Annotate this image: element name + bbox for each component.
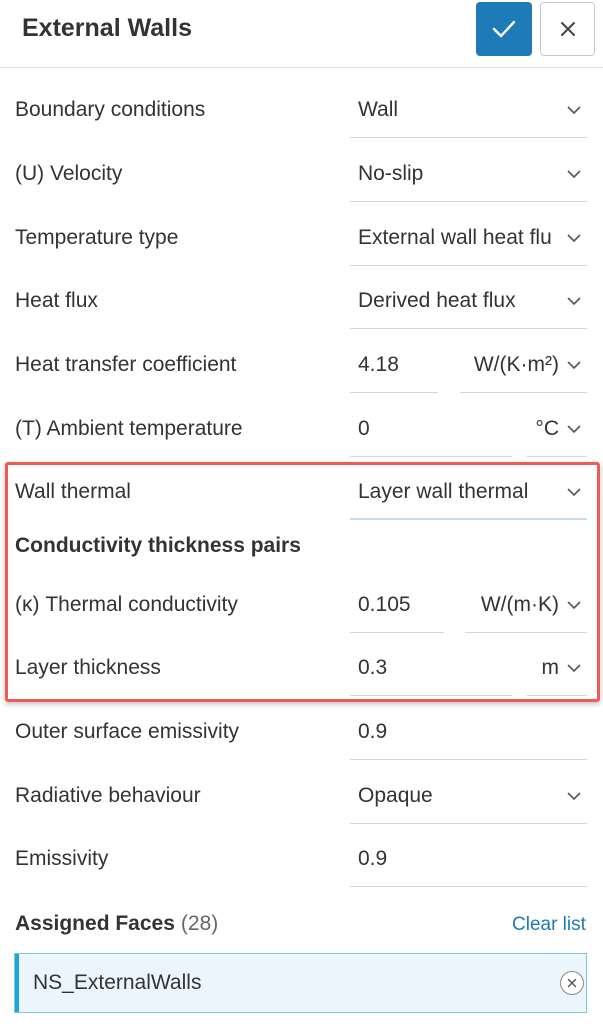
thermal-conductivity-unit: W/(m·K): [480, 593, 559, 616]
row-thermal-conductivity: (κ) Thermal conductivity 0.105 W/(m·K): [0, 575, 603, 635]
row-temperature-type: Temperature type External wall heat flu: [0, 208, 603, 268]
chevron-down-icon: [567, 601, 581, 610]
temperature-type-label: Temperature type: [15, 226, 179, 249]
row-radiative-behaviour: Radiative behaviour Opaque: [0, 766, 603, 826]
outer-surface-emissivity-input[interactable]: 0.9: [350, 708, 587, 760]
chevron-down-icon: [567, 361, 581, 370]
close-button[interactable]: [540, 2, 595, 56]
temperature-type-select[interactable]: External wall heat flu: [350, 214, 587, 266]
row-layer-thickness: Layer thickness 0.3 m: [0, 638, 603, 698]
assigned-faces-list: NS_ExternalWalls: [14, 953, 587, 1013]
radiative-behaviour-label: Radiative behaviour: [15, 784, 201, 807]
assigned-faces-heading: Assigned Faces (28): [15, 912, 218, 936]
check-icon: [492, 20, 516, 38]
layer-thickness-unit-select[interactable]: m: [527, 644, 587, 696]
heat-flux-select[interactable]: Derived heat flux: [350, 277, 587, 329]
thermal-conductivity-input[interactable]: 0.105: [350, 581, 444, 633]
row-heat-flux: Heat flux Derived heat flux: [0, 271, 603, 331]
heat-flux-value: Derived heat flux: [358, 289, 516, 312]
ambient-temperature-unit: °C: [535, 417, 559, 440]
assigned-face-item[interactable]: NS_ExternalWalls: [33, 971, 201, 995]
heat-transfer-coefficient-unit-select[interactable]: W/(K·m²): [460, 341, 587, 393]
row-velocity: (U) Velocity No-slip: [0, 144, 603, 204]
chevron-down-icon: [567, 792, 581, 801]
thermal-conductivity-value: 0.105: [358, 593, 411, 616]
row-boundary-conditions: Boundary conditions Wall: [0, 80, 603, 140]
ambient-temperature-input[interactable]: 0: [350, 405, 512, 457]
outer-surface-emissivity-label: Outer surface emissivity: [15, 720, 240, 743]
conductivity-pairs-heading: Conductivity thickness pairs: [15, 534, 301, 557]
radiative-behaviour-value: Opaque: [358, 784, 433, 807]
thermal-conductivity-unit-select[interactable]: W/(m·K): [465, 581, 587, 633]
boundary-conditions-value: Wall: [358, 98, 399, 121]
layer-thickness-label: Layer thickness: [15, 656, 161, 679]
emissivity-value: 0.9: [358, 847, 388, 870]
wall-thermal-select[interactable]: Layer wall thermal: [350, 468, 587, 520]
chevron-down-icon: [567, 488, 581, 497]
wall-thermal-label: Wall thermal: [15, 480, 131, 503]
close-icon: [560, 22, 575, 36]
heat-transfer-coefficient-label: Heat transfer coefficient: [15, 353, 237, 376]
chevron-down-icon: [567, 170, 581, 179]
chevron-down-icon: [567, 297, 581, 306]
row-wall-thermal: Wall thermal Layer wall thermal: [0, 462, 603, 522]
clear-list-link[interactable]: Clear list: [512, 914, 586, 936]
assigned-faces-title: Assigned Faces: [15, 912, 175, 935]
chevron-down-icon: [567, 234, 581, 243]
ambient-temperature-unit-select[interactable]: °C: [527, 405, 587, 457]
chevron-down-icon: [567, 425, 581, 434]
layer-thickness-input[interactable]: 0.3: [350, 644, 512, 696]
chevron-down-icon: [567, 664, 581, 673]
layer-thickness-unit: m: [541, 656, 560, 679]
row-ambient-temperature: (T) Ambient temperature 0 °C: [0, 399, 603, 459]
remove-face-button[interactable]: [560, 971, 584, 995]
wall-thermal-value: Layer wall thermal: [358, 480, 529, 503]
velocity-select[interactable]: No-slip: [350, 150, 587, 202]
temperature-type-value: External wall heat flu: [358, 226, 552, 249]
chevron-down-icon: [567, 106, 581, 115]
radiative-behaviour-select[interactable]: Opaque: [350, 772, 587, 824]
emissivity-input[interactable]: 0.9: [350, 835, 587, 887]
boundary-conditions-label: Boundary conditions: [15, 98, 206, 121]
row-emissivity: Emissivity 0.9: [0, 829, 603, 889]
boundary-conditions-select[interactable]: Wall: [350, 86, 587, 138]
thermal-conductivity-label: (κ) Thermal conductivity: [15, 593, 238, 616]
heat-transfer-coefficient-value: 4.18: [358, 353, 399, 376]
layer-thickness-value: 0.3: [358, 656, 388, 679]
ambient-temperature-value: 0: [358, 417, 370, 440]
close-icon: [567, 978, 577, 988]
heat-flux-label: Heat flux: [15, 289, 98, 312]
row-outer-surface-emissivity: Outer surface emissivity 0.9: [0, 702, 603, 762]
heat-transfer-coefficient-input[interactable]: 4.18: [350, 341, 438, 393]
velocity-label: (U) Velocity: [15, 162, 123, 185]
confirm-button[interactable]: [476, 2, 532, 56]
panel-title: External Walls: [22, 14, 192, 42]
heat-transfer-coefficient-unit: W/(K·m²): [473, 353, 559, 376]
row-heat-transfer-coefficient: Heat transfer coefficient 4.18 W/(K·m²): [0, 335, 603, 395]
assigned-faces-count: (28): [180, 912, 219, 935]
emissivity-label: Emissivity: [15, 847, 109, 870]
outer-surface-emissivity-value: 0.9: [358, 720, 388, 743]
row-conductivity-pairs: Conductivity thickness pairs: [0, 516, 603, 557]
panel-header: External Walls: [0, 0, 603, 68]
velocity-value: No-slip: [358, 162, 424, 185]
ambient-temperature-label: (T) Ambient temperature: [15, 417, 243, 440]
